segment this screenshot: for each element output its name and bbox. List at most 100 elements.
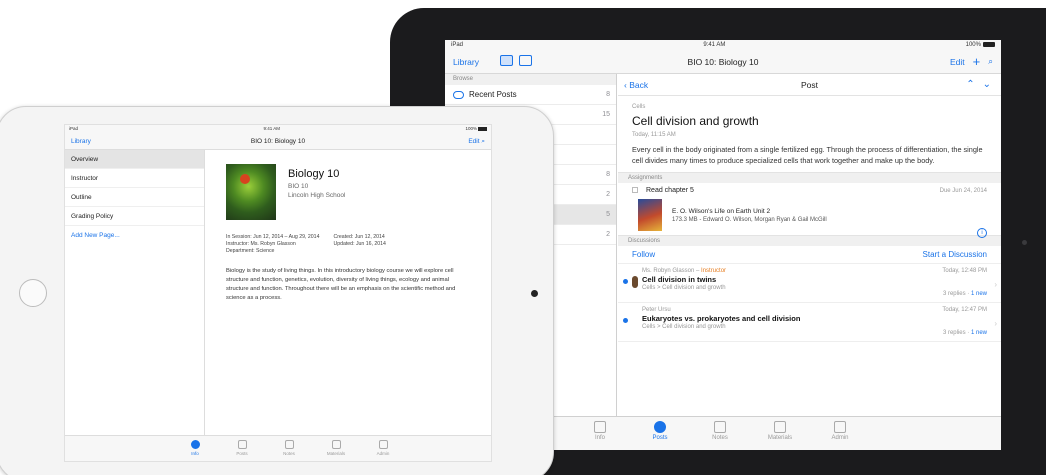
chevron-up-icon[interactable]: ⌃	[966, 79, 974, 90]
discussion-subtitle: Cells > Cell division and growth	[642, 324, 726, 330]
status-bar: iPad 9:41 AM 100%	[65, 125, 491, 133]
post-content: Cells Cell division and growth Today, 11…	[618, 96, 1001, 172]
battery-icon	[477, 126, 487, 131]
tab-notes[interactable]: Notes	[695, 421, 745, 441]
discussion-row[interactable]: Peter Ursu Eukaryotes vs. prokaryotes an…	[618, 303, 1001, 342]
info-icon[interactable]: i	[977, 228, 987, 238]
course-name: Biology 10	[288, 168, 340, 180]
course-header: Biology 10 BIO 10 Lincoln High School	[226, 164, 473, 220]
discussion-author: Peter Ursu	[642, 307, 671, 313]
tab-info[interactable]: Info	[175, 440, 215, 456]
add-icon[interactable]: +	[973, 55, 981, 68]
sidebar-item-count: 2	[606, 231, 610, 238]
course-title: BIO 10: Biology 10	[687, 56, 759, 67]
sidebar-item-recent-posts[interactable]: Recent Posts 8	[445, 85, 616, 105]
unread-dot	[623, 279, 628, 284]
session-dates: In Session: Jun 12, 2014 – Aug 29, 2014	[226, 234, 320, 240]
materials-icon	[331, 440, 341, 449]
tab-admin[interactable]: Admin	[363, 440, 403, 456]
discussion-row[interactable]: Ms. Robyn Glasson – Instructor Cell divi…	[618, 264, 1001, 303]
search-icon[interactable]: ⌕	[988, 56, 993, 67]
sidebar-item-count: 15	[602, 111, 610, 118]
discussion-title: Cell division in twins	[642, 275, 717, 284]
course-meta-right: Created: Jun 12, 2014 Updated: Jun 16, 2…	[333, 234, 386, 255]
sidebar-item-outline[interactable]: Outline	[65, 188, 204, 207]
sidebar-item-count: 2	[606, 191, 610, 198]
sidebar-item-overview[interactable]: Overview	[65, 150, 204, 169]
sidebar-item-count: 8	[606, 91, 610, 98]
tab-admin[interactable]: Admin	[815, 421, 865, 441]
sidebar-item-count: 5	[606, 211, 610, 218]
home-button[interactable]	[19, 279, 47, 307]
battery-indicator: 100%	[465, 126, 487, 132]
post-toolbar-title: Post	[800, 79, 818, 90]
checkbox[interactable]	[632, 187, 638, 194]
post-detail: ‹ Back Post ⌃ ⌄ Cells Cell division and …	[618, 74, 1001, 416]
carrier-label: iPad	[69, 126, 79, 131]
created-date: Created: Jun 12, 2014	[333, 234, 385, 240]
post-category: Cells	[632, 104, 646, 110]
course-overview: Biology 10 BIO 10 Lincoln High School In…	[206, 150, 491, 435]
tab-materials[interactable]: Materials	[755, 421, 805, 441]
attachment-meta: 173.3 MB - Edward O. Wilson, Morgan Ryan…	[672, 216, 827, 223]
chat-bubble-icon	[453, 90, 464, 99]
assignment-item[interactable]: Read chapter 5 Due Jun 24, 2014 E. O. Wi…	[618, 183, 1001, 238]
discussion-author: Ms. Robyn Glasson	[642, 268, 695, 274]
tab-posts[interactable]: Posts	[635, 421, 685, 441]
tab-materials[interactable]: Materials	[316, 440, 356, 456]
discussion-subtitle: Cells > Cell division and growth	[642, 285, 726, 291]
tab-posts[interactable]: Posts	[222, 440, 262, 456]
browse-header: Browse	[445, 74, 616, 85]
course-title: BIO 10: Biology 10	[250, 138, 306, 145]
back-ipad-camera	[1022, 240, 1027, 245]
start-discussion-button[interactable]: Start a Discussion	[923, 250, 987, 259]
school-name: Lincoln High School	[288, 192, 346, 199]
course-info: Biology 10 BIO 10 Lincoln High School	[288, 164, 345, 220]
front-ipad-screen: iPad 9:41 AM 100% Library BIO 10: Biolog…	[64, 124, 492, 462]
discussion-author-line: Ms. Robyn Glasson – Instructor	[642, 268, 727, 274]
search-icon[interactable]: ⌕	[481, 138, 485, 145]
follow-button[interactable]: Follow	[632, 250, 655, 259]
add-new-page-link[interactable]: Add New Page...	[65, 226, 204, 245]
battery-indicator: 100%	[966, 41, 995, 48]
info-sidebar: Overview Instructor Outline Grading Poli…	[65, 150, 205, 435]
course-description: Biology is the study of living things. I…	[226, 268, 456, 301]
people-icon	[834, 421, 846, 433]
unread-dot	[623, 318, 628, 323]
course-image-frog	[226, 164, 276, 220]
edit-button[interactable]: Edit	[950, 57, 965, 67]
discussion-title: Eukaryotes vs. prokaryotes and cell divi…	[642, 314, 801, 323]
course-meta-left: In Session: Jun 12, 2014 – Aug 29, 2014 …	[226, 234, 319, 255]
notes-icon	[714, 421, 726, 433]
post-body: Every cell in the body originated from a…	[632, 145, 983, 165]
chat-bubble-icon	[237, 440, 247, 449]
sidebar-item-count: 8	[606, 171, 610, 178]
post-navigation: ⌃ ⌄	[966, 79, 991, 90]
front-ipad-camera	[531, 290, 538, 297]
info-icon	[594, 421, 606, 433]
assignment-due-date: Due Jun 24, 2014	[939, 188, 987, 194]
tab-info[interactable]: Info	[575, 421, 625, 441]
clock: 9:41 AM	[703, 42, 726, 48]
post-title: Cell division and growth	[632, 114, 759, 128]
post-toolbar: ‹ Back Post ⌃ ⌄	[618, 74, 1001, 96]
battery-icon	[982, 41, 995, 47]
sidebar-item-instructor[interactable]: Instructor	[65, 169, 204, 188]
updated-date: Updated: Jun 16, 2014	[333, 241, 386, 247]
attachment[interactable]: E. O. Wilson's Life on Earth Unit 2 173.…	[638, 199, 987, 231]
nav-bar: Library BIO 10: Biology 10 Edit ⌕	[65, 133, 491, 150]
edit-button[interactable]: Edit	[468, 138, 479, 145]
course-code: BIO 10	[288, 183, 309, 190]
avatar	[632, 276, 638, 288]
sidebar-item-label: Recent Posts	[469, 90, 517, 99]
chat-bubble-icon	[654, 421, 666, 433]
discussion-time: Today, 12:47 PM	[942, 307, 987, 313]
materials-icon	[774, 421, 786, 433]
tab-notes[interactable]: Notes	[269, 440, 309, 456]
discussion-time: Today, 12:48 PM	[942, 268, 987, 274]
assignment-title: Read chapter 5	[646, 187, 694, 194]
instructor-name: Instructor: Ms. Robyn Glasson	[226, 241, 296, 247]
department: Department: Science	[226, 248, 275, 254]
chevron-down-icon[interactable]: ⌄	[983, 79, 991, 90]
sidebar-item-grading-policy[interactable]: Grading Policy	[65, 207, 204, 226]
